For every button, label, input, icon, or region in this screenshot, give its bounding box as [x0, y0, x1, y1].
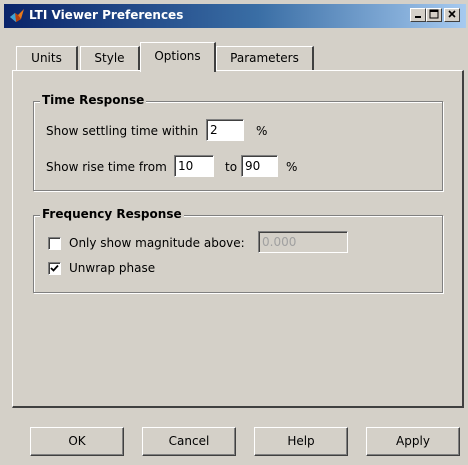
window-title: LTI Viewer Preferences: [29, 8, 184, 22]
unwrap-phase-label: Unwrap phase: [69, 261, 156, 275]
time-response-group: Time Response Show settling time within …: [33, 93, 443, 191]
options-panel: Time Response Show settling time within …: [12, 70, 464, 408]
rise-time-label: Show rise time from: [46, 160, 167, 174]
cancel-button[interactable]: Cancel: [142, 427, 236, 456]
close-icon: [448, 10, 456, 18]
magnitude-input[interactable]: 0.000: [258, 231, 348, 253]
magnitude-label: Only show magnitude above:: [69, 236, 245, 250]
title-bar[interactable]: LTI Viewer Preferences: [4, 4, 466, 28]
preferences-dialog: LTI Viewer Preferences Units Style Optio…: [0, 0, 468, 465]
rise-time-to-input[interactable]: 90: [241, 155, 278, 177]
unwrap-phase-checkbox[interactable]: [48, 262, 61, 275]
tab-style[interactable]: Style: [80, 46, 140, 70]
rise-unit-label: %: [286, 160, 298, 174]
tab-units[interactable]: Units: [16, 46, 78, 70]
time-response-title: Time Response: [40, 93, 147, 107]
settling-time-label: Show settling time within: [46, 124, 199, 138]
checkmark-icon: [50, 264, 59, 272]
rise-to-label: to: [225, 160, 238, 174]
maximize-icon: [429, 9, 439, 19]
help-button[interactable]: Help: [254, 427, 348, 456]
tab-options[interactable]: Options: [140, 42, 216, 72]
rise-time-from-input[interactable]: 10: [174, 155, 214, 177]
settling-unit-label: %: [256, 124, 268, 138]
ok-button[interactable]: OK: [30, 427, 124, 456]
magnitude-checkbox[interactable]: [48, 237, 61, 250]
tab-parameters[interactable]: Parameters: [216, 46, 314, 70]
maximize-button[interactable]: [426, 8, 442, 22]
matlab-icon: [9, 7, 25, 23]
minimize-button[interactable]: [410, 8, 426, 22]
close-button[interactable]: [444, 8, 460, 22]
frequency-response-group: Frequency Response Only show magnitude a…: [33, 207, 443, 293]
settling-time-input[interactable]: 2: [206, 119, 244, 141]
apply-button[interactable]: Apply: [366, 427, 460, 456]
minimize-icon: [415, 16, 421, 18]
frequency-response-title: Frequency Response: [40, 207, 184, 221]
